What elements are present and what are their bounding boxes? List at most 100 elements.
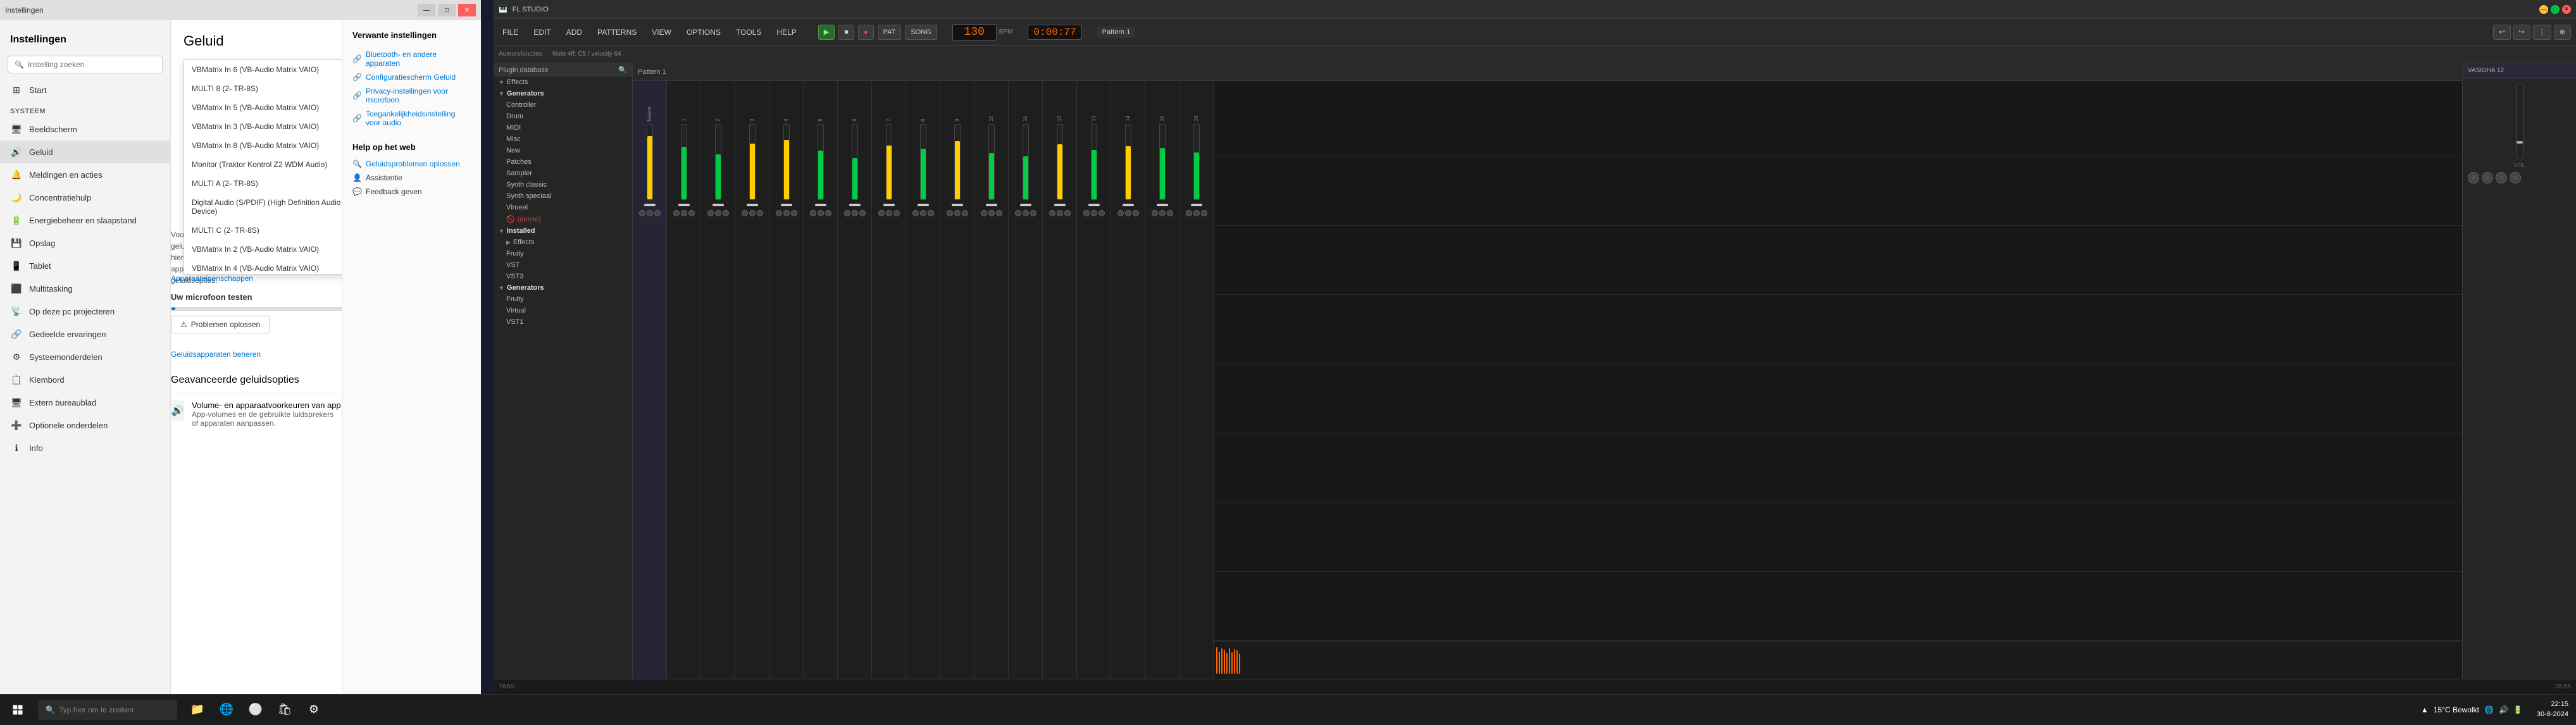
knob-3-0[interactable] <box>742 210 748 216</box>
taskbar-icon-edge[interactable]: 🌐 <box>214 697 239 722</box>
sidebar-item-gedeelde[interactable]: 🔗 Gedeelde ervaringen <box>0 323 170 345</box>
dropdown-item-1[interactable]: MULTI 8 (2- TR-8S) <box>184 79 342 98</box>
fader-knob-7[interactable] <box>883 204 895 206</box>
fader-knob-6[interactable] <box>849 204 861 206</box>
knob-5-0[interactable] <box>810 210 816 216</box>
menu-help[interactable]: HELP <box>773 25 800 39</box>
tree-item-gen-installed[interactable]: ▼ Generators <box>494 282 632 294</box>
mixer-strip-15[interactable]: 15 <box>1145 81 1179 679</box>
dropdown-item-9[interactable]: VBMatrix In 2 (VB-Audio Matrix VAIO) <box>184 240 342 259</box>
knob-10-0[interactable] <box>981 210 987 216</box>
troubleshoot-button[interactable]: ⚠ Problemen oplossen <box>171 316 270 333</box>
menu-view[interactable]: VIEW <box>648 25 675 39</box>
pattern-display[interactable]: Pattern 1 <box>1097 27 1136 38</box>
sidebar-item-multitasking[interactable]: ⬛ Multitasking <box>0 277 170 300</box>
fader-knob-12[interactable] <box>1054 204 1066 206</box>
sidebar-item-start[interactable]: ⊞ Start <box>0 78 170 101</box>
browser-search-icon[interactable]: 🔍 <box>618 66 627 74</box>
knob-7-0[interactable] <box>878 210 885 216</box>
knob-7-2[interactable] <box>893 210 900 216</box>
fl-btn-undo[interactable]: ↩ <box>2493 25 2510 40</box>
dropdown-item-8[interactable]: MULTI C (2- TR-8S) <box>184 221 342 240</box>
mixer-strip-8[interactable]: 8 <box>906 81 940 679</box>
master-fader[interactable]: VOL <box>2468 84 2571 168</box>
start-button[interactable] <box>0 695 35 725</box>
menu-patterns[interactable]: PATTERNS <box>594 25 640 39</box>
related-privacy[interactable]: 🔗 Privacy-instellingen voor microfoon <box>352 84 471 107</box>
mixer-strip-3[interactable]: 3 <box>735 81 769 679</box>
knob-0-0[interactable] <box>639 210 645 216</box>
assistant-item[interactable]: 👤 Assistentie <box>352 171 471 185</box>
knob-2-2[interactable] <box>723 210 729 216</box>
menu-tools[interactable]: TOOLS <box>732 25 765 39</box>
fl-btn-zoom[interactable]: ⊕ <box>2554 25 2571 40</box>
fader-knob-13[interactable] <box>1088 204 1100 206</box>
knob-2-0[interactable] <box>707 210 714 216</box>
mixer-strip-2[interactable]: 2 <box>701 81 735 679</box>
knob-13-2[interactable] <box>1098 210 1105 216</box>
mixer-strip-0[interactable]: Master <box>633 81 667 679</box>
knob-8-1[interactable] <box>920 210 926 216</box>
knob-3-2[interactable] <box>757 210 763 216</box>
tree-item-inst-vst3[interactable]: VST3 <box>494 271 632 282</box>
tree-item-inst-fruity[interactable]: Fruity <box>494 248 632 259</box>
mixer-strip-9[interactable]: 9 <box>940 81 974 679</box>
knob-7-1[interactable] <box>886 210 892 216</box>
sidebar-item-opslag[interactable]: 💾 Opslag <box>0 232 170 254</box>
dropdown-item-5[interactable]: Monitor (Traktor Kontrol Z2 WDM Audio) <box>184 155 342 174</box>
taskbar-search[interactable]: 🔍 Typ hier om te zoeken <box>38 700 177 720</box>
knob-11-0[interactable] <box>1015 210 1021 216</box>
knob-15-2[interactable] <box>1167 210 1173 216</box>
tray-sound[interactable]: 🔊 <box>2499 705 2508 714</box>
tree-item-inst-effects[interactable]: ▶ Effects <box>494 237 632 248</box>
fader-knob-3[interactable] <box>747 204 758 206</box>
fader-knob-16[interactable] <box>1191 204 1202 206</box>
knob-11-1[interactable] <box>1023 210 1029 216</box>
fader-knob-2[interactable] <box>712 204 724 206</box>
manage-devices-link[interactable]: Geluidsapparaten beheren <box>171 349 261 359</box>
knob-12-1[interactable] <box>1057 210 1063 216</box>
sidebar-item-systeemonderdelen[interactable]: ⚙ Systeemonderdelen <box>0 345 170 368</box>
tree-item-generators[interactable]: ▼ Generators <box>494 88 632 99</box>
tree-item-drum[interactable]: Drum <box>494 111 632 122</box>
knob-1-0[interactable] <box>673 210 680 216</box>
knob-10-1[interactable] <box>988 210 995 216</box>
menu-add[interactable]: ADD <box>563 25 586 39</box>
knob-9-2[interactable] <box>962 210 968 216</box>
knob-12-2[interactable] <box>1064 210 1071 216</box>
mixer-strip-6[interactable]: 6 <box>838 81 872 679</box>
tray-up-arrow[interactable]: ▲ <box>2421 705 2429 714</box>
knob-4-1[interactable] <box>783 210 790 216</box>
tree-item-virueel[interactable]: Virueel <box>494 202 632 213</box>
knob-13-1[interactable] <box>1091 210 1097 216</box>
sidebar-item-extern[interactable]: 🖥 Extern bureaublad <box>0 391 170 414</box>
knob-2-1[interactable] <box>715 210 721 216</box>
settings-maximize[interactable]: □ <box>438 4 456 16</box>
feedback-item[interactable]: 💬 Feedback geven <box>352 185 471 199</box>
fl-btn-snap[interactable]: ⋮ <box>2533 25 2551 40</box>
tree-item-controller[interactable]: Controller <box>494 99 632 111</box>
dropdown-item-3[interactable]: VBMatrix In 3 (VB-Audio Matrix VAIO) <box>184 117 342 136</box>
fader-knob-14[interactable] <box>1123 204 1134 206</box>
tree-item-gen-virtual[interactable]: Virtual <box>494 305 632 316</box>
knob-15-1[interactable] <box>1159 210 1166 216</box>
fader-knob-1[interactable] <box>678 204 690 206</box>
dropdown-item-6[interactable]: MULTI A (2- TR-8S) <box>184 174 342 193</box>
tree-item-misc[interactable]: Misc <box>494 133 632 145</box>
knob-1[interactable] <box>2468 172 2479 183</box>
fader-knob-0[interactable] <box>644 204 656 206</box>
sidebar-item-concentratie[interactable]: 🌙 Concentratiehulp <box>0 186 170 209</box>
settings-search-input[interactable] <box>28 60 156 69</box>
help-link-0[interactable]: 🔍 Geluidsproblemen oplossen <box>352 157 471 171</box>
fader-knob-9[interactable] <box>952 204 963 206</box>
transport-play[interactable]: ▶ <box>818 25 835 40</box>
settings-search-box[interactable]: 🔍 <box>8 56 163 73</box>
knob-6-2[interactable] <box>859 210 866 216</box>
knob-16-1[interactable] <box>1193 210 1200 216</box>
related-toegankelijkheid[interactable]: 🔗 Toegankelijkheidsinstelling voor audio <box>352 107 471 130</box>
fl-close[interactable]: ✕ <box>2562 5 2571 14</box>
knob-15-0[interactable] <box>1152 210 1158 216</box>
mixer-strip-13[interactable]: 13 <box>1077 81 1111 679</box>
sidebar-item-optionele[interactable]: ➕ Optionele onderdelen <box>0 414 170 437</box>
sidebar-item-geluid[interactable]: 🔊 Geluid <box>0 140 170 163</box>
